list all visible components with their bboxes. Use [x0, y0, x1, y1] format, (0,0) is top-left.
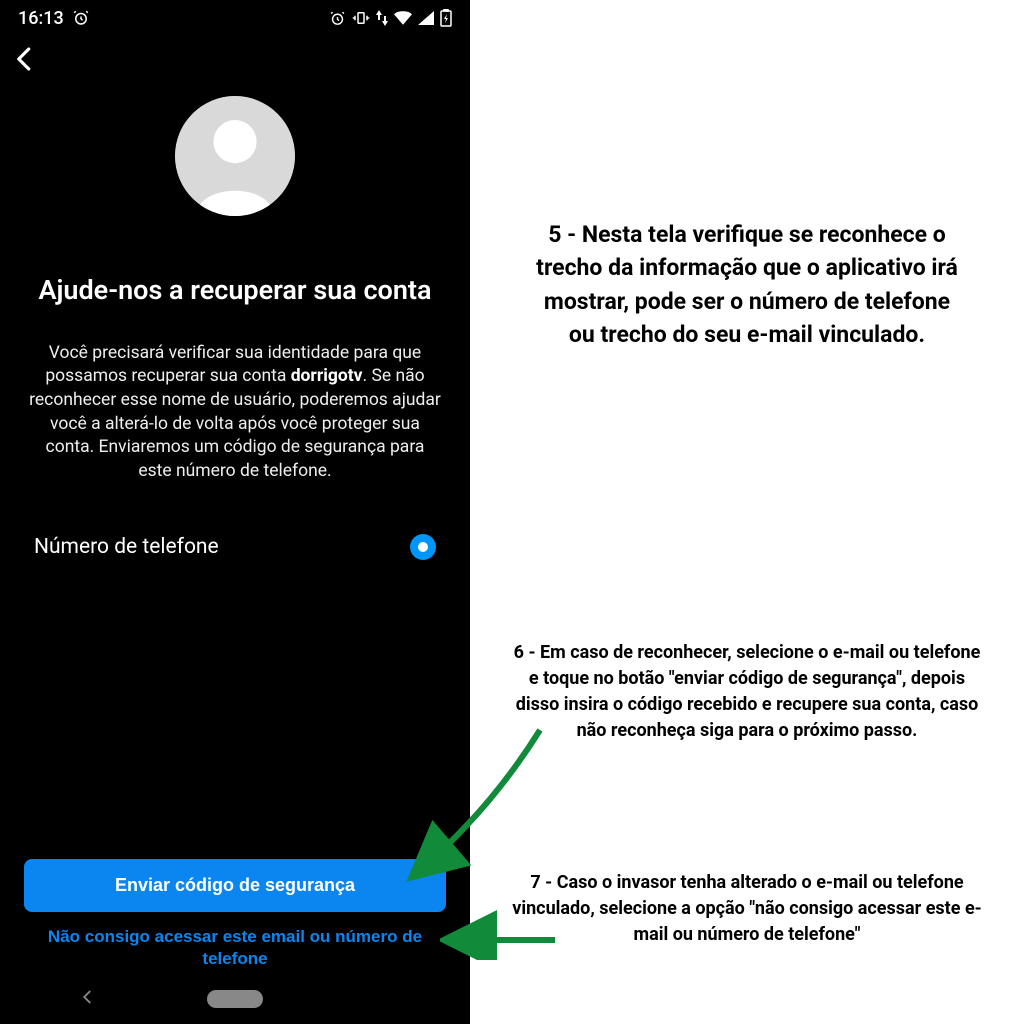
- status-right: [329, 9, 452, 27]
- body-text: Você precisará verificar sua identidade …: [28, 342, 442, 484]
- cant-access-link[interactable]: Não consigo acessar este email ou número…: [24, 926, 446, 970]
- alarm-icon: [329, 10, 346, 27]
- radio-selected-icon[interactable]: [410, 534, 436, 560]
- instructions-panel: 5 - Nesta tela verifique se reconhece o …: [470, 0, 1024, 1024]
- avatar-placeholder: [175, 96, 295, 216]
- instruction-step-6: 6 - Em caso de reconhecer, selecione o e…: [512, 640, 982, 744]
- content-area: Ajude-nos a recuperar sua conta Você pre…: [0, 78, 470, 859]
- back-row: [0, 36, 470, 78]
- phone-option-label: Número de telefone: [34, 535, 219, 559]
- status-left: 16:13: [18, 8, 90, 29]
- phone-option-row[interactable]: Número de telefone: [28, 534, 442, 560]
- back-icon[interactable]: [10, 44, 40, 74]
- battery-icon: [440, 9, 452, 27]
- status-time: 16:13: [18, 8, 64, 29]
- person-icon: [175, 96, 295, 216]
- status-bar: 16:13: [0, 0, 470, 36]
- android-nav-bar: [0, 980, 470, 1024]
- bottom-actions: Enviar código de segurança Não consigo a…: [0, 859, 470, 980]
- send-code-button[interactable]: Enviar código de segurança: [24, 859, 446, 912]
- signal-icon: [418, 11, 434, 25]
- phone-screenshot: 16:13 Ajude-nos a recuperar sua conta Vo…: [0, 0, 470, 1024]
- data-icon: [376, 10, 388, 26]
- body-username: dorrigotv: [291, 366, 363, 386]
- radio-inner: [418, 542, 428, 552]
- vibrate-icon: [352, 9, 370, 27]
- wifi-icon: [394, 11, 412, 25]
- nav-back-icon[interactable]: [79, 987, 97, 1012]
- instruction-step-5: 5 - Nesta tela verifique se reconhece o …: [532, 218, 962, 351]
- instruction-step-7: 7 - Caso o invasor tenha alterado o e-ma…: [512, 870, 982, 948]
- nav-home-pill[interactable]: [207, 990, 263, 1008]
- page-title: Ajude-nos a recuperar sua conta: [38, 274, 431, 308]
- alarm-icon: [72, 9, 90, 27]
